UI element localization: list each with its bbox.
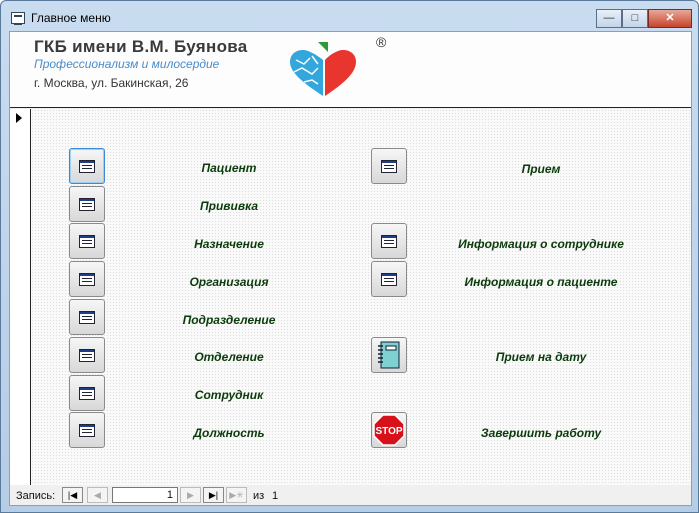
exit-button[interactable]: STOP <box>371 412 407 448</box>
window-title: Главное меню <box>31 11 111 25</box>
form-icon <box>79 272 95 286</box>
appointment-button[interactable] <box>371 148 407 184</box>
patient-info-button[interactable] <box>371 261 407 297</box>
exit-label: Завершить работу <box>480 426 602 440</box>
form-client: ГКБ имени В.М. Буянова Профессионализм и… <box>9 31 692 506</box>
patient-label: Пациент <box>201 161 257 175</box>
stop-icon: STOP <box>373 414 405 446</box>
employee-info-button[interactable] <box>371 223 407 259</box>
record-selector[interactable] <box>10 109 30 485</box>
employee-info-label: Информация о сотруднике <box>458 237 624 251</box>
form-header: ГКБ имени В.М. Буянова Профессионализм и… <box>10 32 691 108</box>
assignment-button[interactable] <box>69 223 105 259</box>
hospital-logo-icon <box>290 42 356 96</box>
last-record-button[interactable]: ▶| <box>203 487 224 503</box>
appointment-label: Прием <box>521 162 561 176</box>
form-icon <box>79 423 95 437</box>
form-icon <box>11 12 25 25</box>
total-records: 1 <box>272 490 279 502</box>
department-label: Отделение <box>194 350 264 364</box>
form-icon <box>79 310 95 324</box>
form-icon <box>79 197 95 211</box>
patient-button[interactable] <box>69 148 105 184</box>
form-icon <box>79 234 95 248</box>
patient-info-label: Информация о пациенте <box>464 275 618 289</box>
notebook-icon <box>378 341 400 369</box>
employee-label: Сотрудник <box>194 388 264 402</box>
record-navigator: Запись: |◀ ◀ 1 ▶ ▶| ▶✳ из 1 <box>10 485 691 505</box>
current-record-input[interactable]: 1 <box>112 487 178 503</box>
registered-mark: ® <box>376 34 387 50</box>
first-record-button[interactable]: |◀ <box>62 487 83 503</box>
form-icon <box>381 272 397 286</box>
assignment-label: Назначение <box>194 237 264 251</box>
organization-button[interactable] <box>69 261 105 297</box>
subdivision-label: Подразделение <box>182 313 276 327</box>
position-label: Должность <box>193 426 265 440</box>
vaccination-label: Прививка <box>199 199 259 213</box>
subdivision-button[interactable] <box>69 299 105 335</box>
form-icon <box>381 159 397 173</box>
form-icon <box>79 159 95 173</box>
org-name: ГКБ имени В.М. Буянова <box>34 37 248 56</box>
employee-button[interactable] <box>69 375 105 411</box>
position-button[interactable] <box>69 412 105 448</box>
minimize-button[interactable]: — <box>596 9 622 28</box>
form-icon <box>79 348 95 362</box>
next-record-button[interactable]: ▶ <box>180 487 201 503</box>
department-button[interactable] <box>69 337 105 373</box>
svg-text:STOP: STOP <box>375 426 402 437</box>
organization-label: Организация <box>189 275 269 289</box>
maximize-button[interactable]: □ <box>622 9 648 28</box>
previous-record-button[interactable]: ◀ <box>87 487 108 503</box>
form-icon <box>381 234 397 248</box>
appointment-by-date-button[interactable] <box>371 337 407 373</box>
record-label: Запись: <box>16 490 56 502</box>
slogan: Профессионализм и милосердие <box>34 57 220 71</box>
address: г. Москва, ул. Бакинская, 26 <box>34 76 189 90</box>
form-icon <box>79 386 95 400</box>
appointment-by-date-label: Прием на дату <box>495 350 587 364</box>
main-menu-window: Главное меню — □ ✕ ГКБ имени В.М. Буянов… <box>0 0 699 513</box>
vaccination-button[interactable] <box>69 186 105 222</box>
current-record-arrow-icon <box>16 113 22 123</box>
form-detail: Пациент Прививка Назначение Организация … <box>30 109 691 485</box>
of-label: из <box>253 490 265 502</box>
title-bar: Главное меню — □ ✕ <box>1 1 698 31</box>
close-button[interactable]: ✕ <box>648 9 692 28</box>
new-record-button[interactable]: ▶✳ <box>226 487 247 503</box>
